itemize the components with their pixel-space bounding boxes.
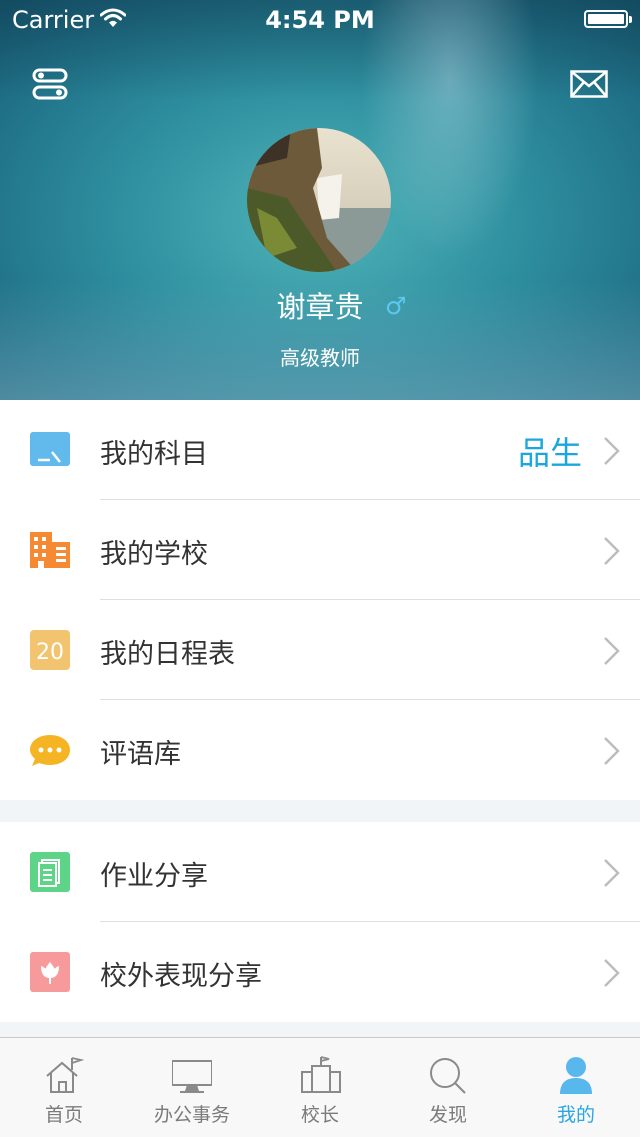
person-icon bbox=[556, 1056, 596, 1096]
principal-building-icon bbox=[300, 1056, 341, 1096]
mail-icon[interactable] bbox=[570, 70, 608, 102]
user-name: 谢章贵 bbox=[276, 290, 364, 324]
tab-label: 首页 bbox=[44, 1104, 83, 1126]
menu-item-label: 我的学校 bbox=[100, 539, 208, 570]
subject-value: 品生 bbox=[517, 434, 582, 472]
comment-bubble-icon bbox=[30, 730, 70, 770]
avatar[interactable] bbox=[247, 128, 391, 272]
tab-label: 办公事务 bbox=[153, 1104, 230, 1126]
menu-item-label: 我的日程表 bbox=[100, 639, 235, 670]
tab-label: 校长 bbox=[300, 1104, 339, 1126]
tab-discover[interactable]: 发现 bbox=[384, 1038, 512, 1137]
school-building-icon bbox=[30, 530, 70, 570]
chevron-right-icon bbox=[602, 736, 620, 770]
clock: 4:54 PM bbox=[265, 6, 375, 34]
menu-item-my-school[interactable]: 我的学校 bbox=[0, 500, 640, 600]
tab-mine[interactable]: 我的 bbox=[512, 1038, 640, 1137]
menu-group-main: 我的科目 品生 我的学校 20 我的日程表 评语库 bbox=[0, 400, 640, 800]
tab-office-affairs[interactable]: 办公事务 bbox=[128, 1038, 256, 1137]
menu-group-share: 作业分享 校外表现分享 bbox=[0, 822, 640, 1022]
monitor-icon bbox=[171, 1056, 213, 1096]
calendar-icon: 20 bbox=[30, 630, 70, 670]
chevron-right-icon bbox=[602, 436, 620, 470]
chevron-right-icon bbox=[602, 536, 620, 570]
profile-name-row: 谢章贵 ♂ bbox=[0, 284, 640, 326]
settings-toggle-icon[interactable] bbox=[32, 68, 68, 104]
home-icon bbox=[44, 1056, 85, 1096]
chevron-right-icon bbox=[602, 958, 620, 992]
tab-bar: 首页 办公事务 校长 发现 我的 bbox=[0, 1037, 640, 1137]
menu-item-label: 作业分享 bbox=[100, 861, 208, 892]
search-icon bbox=[428, 1056, 468, 1096]
tab-home[interactable]: 首页 bbox=[0, 1038, 128, 1137]
menu-item-label: 评语库 bbox=[100, 739, 181, 770]
subject-icon bbox=[30, 430, 70, 470]
battery-icon bbox=[584, 10, 632, 28]
homework-doc-icon bbox=[30, 852, 70, 892]
svg-text:20: 20 bbox=[36, 640, 64, 665]
menu-item-label: 校外表现分享 bbox=[100, 961, 262, 992]
menu-item-homework-share[interactable]: 作业分享 bbox=[0, 822, 640, 922]
tab-principal[interactable]: 校长 bbox=[256, 1038, 384, 1137]
menu-item-my-schedule[interactable]: 20 我的日程表 bbox=[0, 600, 640, 700]
tab-label: 发现 bbox=[428, 1104, 467, 1126]
menu-item-label: 我的科目 bbox=[100, 439, 208, 470]
menu-item-comment-library[interactable]: 评语库 bbox=[0, 700, 640, 800]
chevron-right-icon bbox=[602, 858, 620, 892]
menu-item-my-subject[interactable]: 我的科目 品生 bbox=[0, 400, 640, 500]
user-title: 高级教师 bbox=[280, 346, 360, 370]
tab-label: 我的 bbox=[556, 1104, 595, 1126]
chevron-right-icon bbox=[602, 636, 620, 670]
male-gender-icon: ♂ bbox=[385, 292, 407, 320]
menu-item-outside-performance-share[interactable]: 校外表现分享 bbox=[0, 922, 640, 1022]
status-bar: Carrier 4:54 PM bbox=[0, 0, 640, 40]
flower-icon bbox=[30, 952, 70, 992]
